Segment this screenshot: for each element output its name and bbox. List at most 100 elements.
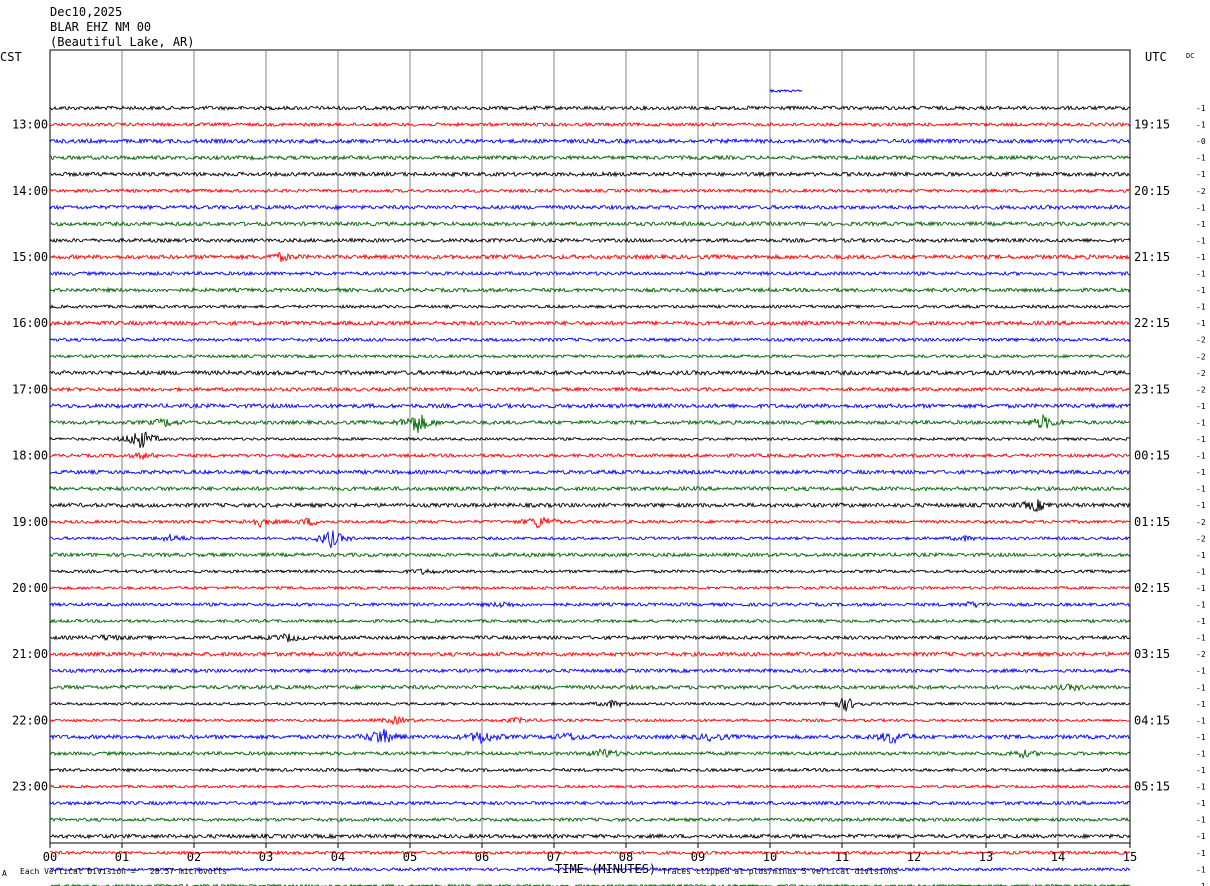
seismic-trace [49,251,1131,262]
left-hour-label: 22:00 [12,713,48,727]
seismic-trace [49,431,1131,448]
right-hour-label: 19:15 [1134,118,1170,132]
left-hour-label: 17:00 [12,382,48,396]
dc-offset-label: -2 [1196,369,1206,378]
seismic-trace [49,220,1131,228]
dc-offset-label: -1 [1196,154,1206,163]
right-hour-label: 03:15 [1134,647,1170,661]
dc-offset-label: -1 [1196,501,1206,510]
dc-offset-label: -1 [1196,816,1206,825]
left-hour-label: 23:00 [12,780,48,794]
seismic-trace [49,585,1131,591]
dc-offset-label: -2 [1196,187,1206,196]
dc-offset-label: -1 [1196,783,1206,792]
seismic-trace [50,530,1131,549]
corner-mark: A [2,869,7,878]
seismic-trace [49,650,1130,658]
dc-offset-label: -1 [1196,485,1206,494]
seismic-trace [49,485,1131,492]
dc-offset-label: -1 [1196,319,1206,328]
right-hour-label: 05:15 [1134,780,1170,794]
dc-offset-label: -1 [1196,203,1206,212]
dc-offset-label: -1 [1196,766,1206,775]
dc-offset-label: -1 [1196,683,1206,692]
left-hour-label: 19:00 [12,515,48,529]
seismic-trace [49,517,1131,529]
x-tick-label: 02 [187,850,201,864]
seismic-trace [49,452,1131,461]
seismic-trace [49,748,1131,760]
dc-offset-label: -1 [1196,832,1206,841]
x-tick-label: 00 [43,850,57,864]
dc-offset-label: -1 [1196,270,1206,279]
seismic-trace [49,286,1131,294]
seismic-trace [50,632,1131,643]
dc-offset-label: -1 [1196,402,1206,411]
seismic-trace [49,203,1131,211]
dc-offset-label: -2 [1196,336,1206,345]
station-location: (Beautiful Lake, AR) [50,35,195,49]
clip-note: Traces clipped at plus/minus 5 vertical … [662,867,899,876]
seismic-trace [49,551,1131,559]
seismic-trace [49,137,1131,145]
dc-offset-header: DC [1186,52,1195,60]
right-hour-label: 00:15 [1134,449,1170,463]
dc-offset-label: -1 [1196,236,1206,245]
seismic-trace [49,499,1131,513]
seismic-trace [49,402,1131,410]
left-hour-label: 14:00 [12,184,48,198]
seismic-trace [49,728,1131,745]
left-hour-label: 21:00 [12,647,48,661]
left-timezone-label: CST [0,50,22,64]
x-axis-label: TIME (MINUTES) [555,862,657,876]
seismic-trace [49,170,1130,178]
dc-offset-label: -1 [1196,121,1206,130]
right-hour-label: 02:15 [1134,581,1170,595]
dc-offset-label: -1 [1196,567,1206,576]
partial-trace [769,89,803,94]
seismic-trace [49,236,1131,244]
seismic-trace [49,270,1131,277]
seismic-trace [49,767,1131,773]
seismic-trace [49,187,1131,194]
dc-offset-label: -2 [1196,352,1206,361]
left-hour-label: 15:00 [12,250,48,264]
dc-offset-label: -1 [1196,865,1206,874]
dc-offset-label: -2 [1196,518,1206,527]
seismic-trace [49,336,1131,343]
dc-offset-label: -2 [1196,534,1206,543]
seismic-trace [49,697,1131,712]
dc-offset-label: -1 [1196,799,1206,808]
dc-offset-label: -1 [1196,286,1206,295]
right-hour-label: 22:15 [1134,316,1170,330]
left-hour-label: 13:00 [12,118,48,132]
plot-date: Dec10,2025 [50,5,123,19]
left-hour-label: 18:00 [12,449,48,463]
seismic-trace [49,413,1131,434]
seismic-trace [49,800,1131,807]
helicorder-plot: 00 01 02 03 04 05 06 07 08 09 10 11 12 13 14 15-1-1-0-1… [12,49,1206,886]
dc-offset-label: -1 [1196,716,1206,725]
seismic-trace [49,715,1131,726]
left-hour-label: 16:00 [12,316,48,330]
seismic-trace [49,618,1131,624]
dc-offset-label: -1 [1196,468,1206,477]
seismic-trace [49,303,1131,310]
seismic-trace [49,368,1131,377]
right-hour-label: 04:15 [1134,713,1170,727]
dc-offset-label: -1 [1196,749,1206,758]
dc-offset-label: -1 [1196,882,1206,886]
dc-offset-label: -1 [1196,104,1206,113]
seismic-trace [49,104,1131,112]
dc-offset-label: -1 [1196,849,1206,858]
dc-offset-label: -1 [1196,253,1206,262]
right-hour-label: 23:15 [1134,382,1170,396]
seismic-trace [49,683,1131,692]
dc-offset-label: -1 [1196,435,1206,444]
dc-offset-label: -1 [1196,170,1206,179]
dc-offset-label: -2 [1196,385,1206,394]
right-timezone-label: UTC [1145,50,1167,64]
dc-offset-label: -1 [1196,617,1206,626]
seismic-trace [49,319,1131,327]
dc-offset-label: -1 [1196,667,1206,676]
